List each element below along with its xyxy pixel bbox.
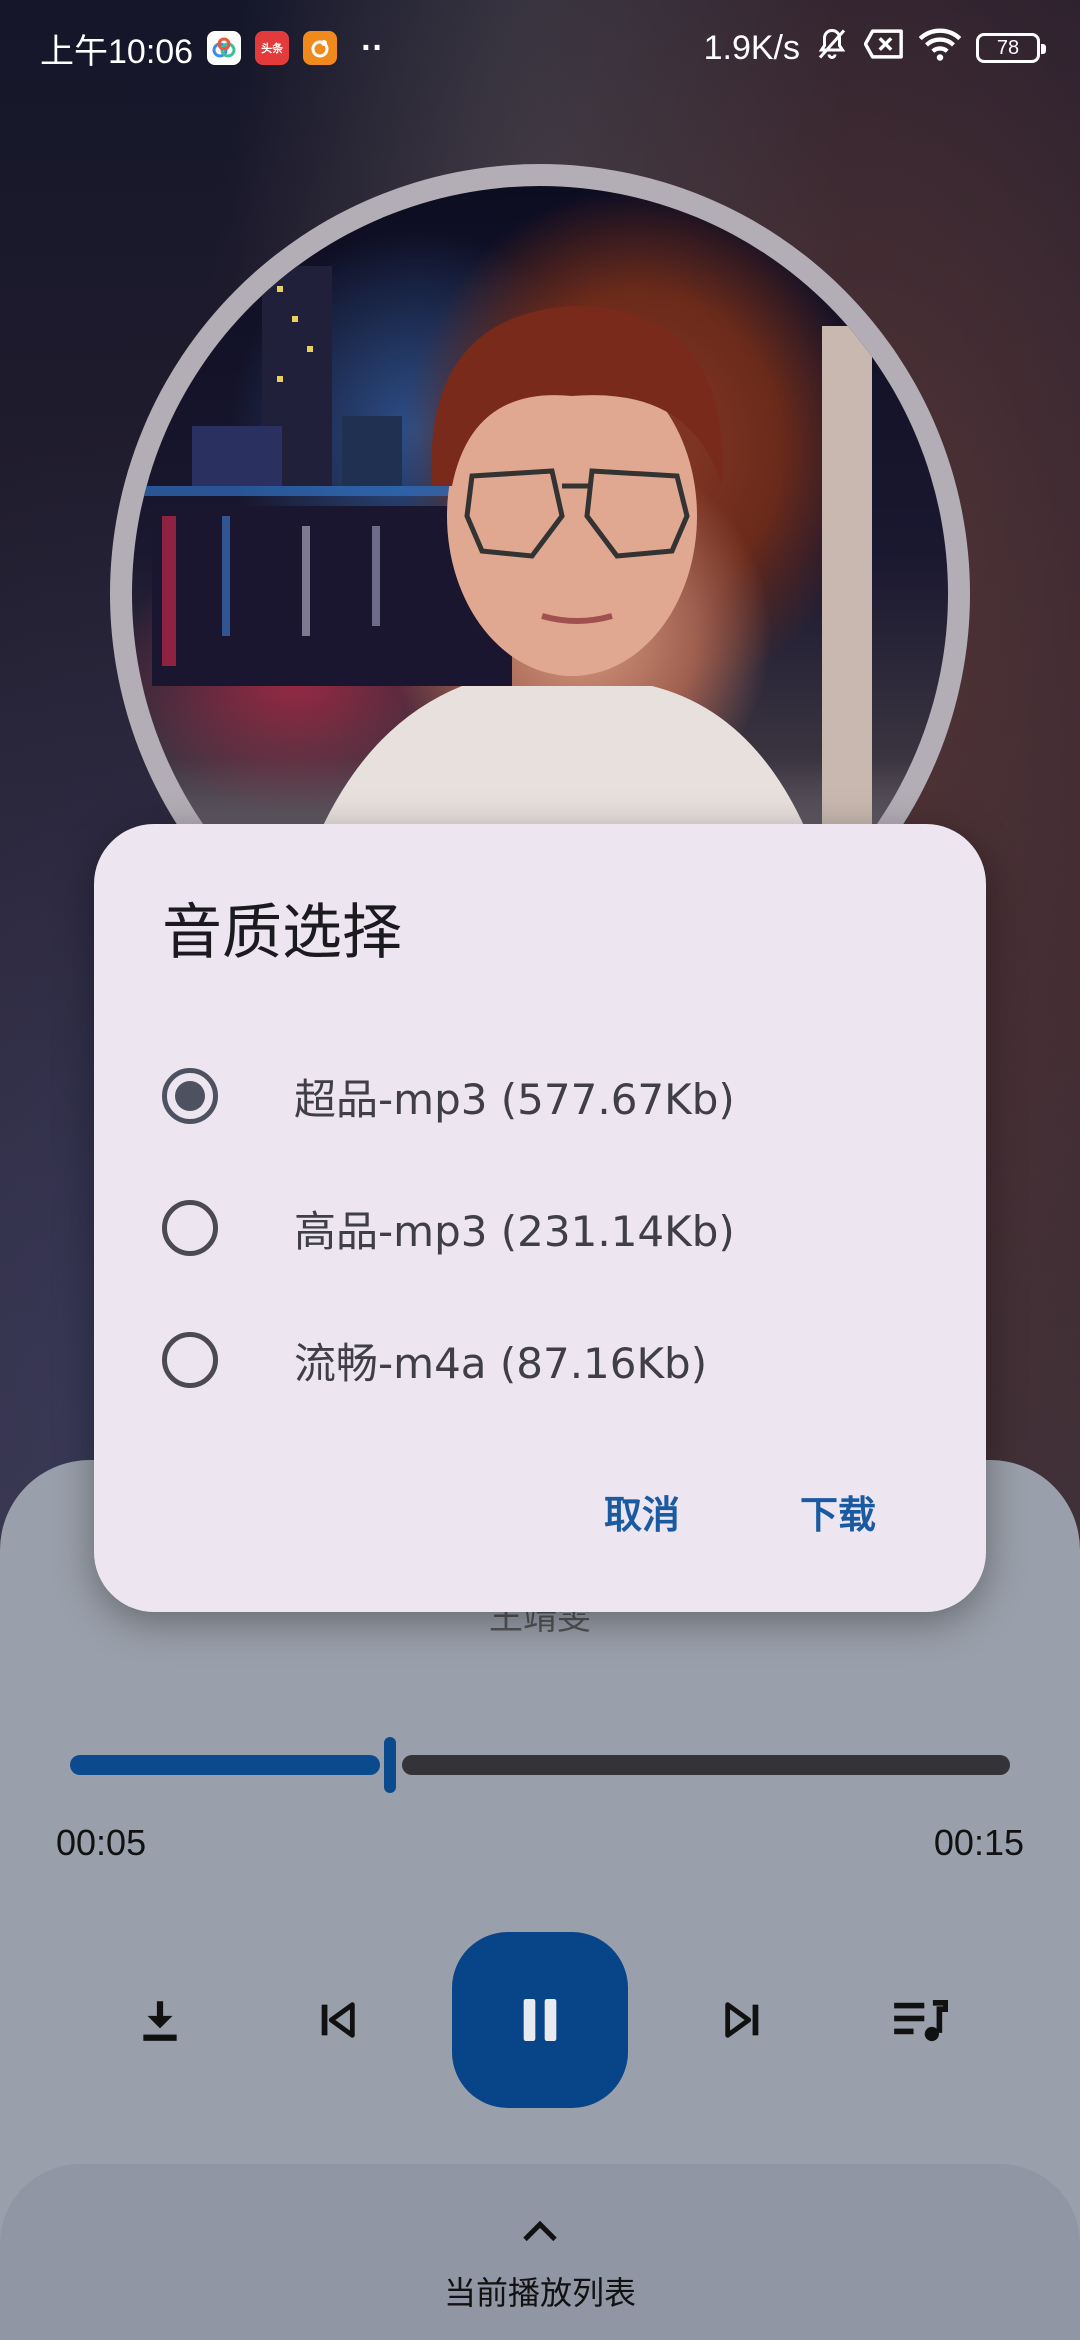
quality-select-dialog: 音质选择 超品-mp3 (577.67Kb) 高品-mp3 (231.14Kb)…: [94, 824, 986, 1612]
quality-option-label: 高品-mp3 (231.14Kb): [294, 1206, 735, 1256]
music-player-screen: 上午10:06 头条 ·· 1.9K/s 78 王靖雯 00:05 00:15 …: [0, 0, 1080, 2340]
quality-option-super[interactable]: 超品-mp3 (577.67Kb): [162, 1046, 922, 1146]
quality-option-label: 超品-mp3 (577.67Kb): [294, 1074, 735, 1124]
quality-option-label: 流畅-m4a (87.16Kb): [294, 1338, 708, 1388]
quality-option-smooth[interactable]: 流畅-m4a (87.16Kb): [162, 1310, 922, 1410]
radio-checked-icon[interactable]: [162, 1068, 218, 1124]
radio-unchecked-icon[interactable]: [162, 1332, 218, 1388]
quality-option-high[interactable]: 高品-mp3 (231.14Kb): [162, 1178, 922, 1278]
radio-unchecked-icon[interactable]: [162, 1200, 218, 1256]
download-confirm-button[interactable]: 下载: [800, 1484, 876, 1539]
cancel-button[interactable]: 取消: [604, 1484, 680, 1539]
dialog-title: 音质选择: [162, 898, 402, 968]
dialog-actions: 取消 下载: [604, 1484, 876, 1539]
